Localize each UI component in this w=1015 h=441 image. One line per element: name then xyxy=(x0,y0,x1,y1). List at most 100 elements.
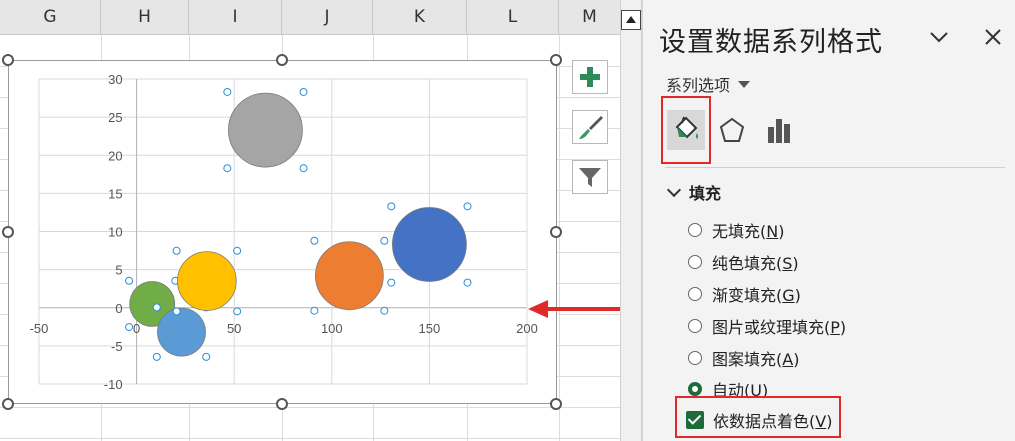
fill-section-label: 填充 xyxy=(689,184,722,203)
selection-dot xyxy=(299,164,308,173)
selection-dot xyxy=(172,246,181,255)
selection-dot xyxy=(223,87,232,96)
selection-dot xyxy=(387,278,396,287)
column-header-g[interactable]: G xyxy=(0,0,101,34)
column-header-i[interactable]: I xyxy=(189,0,282,34)
radio-button[interactable] xyxy=(688,287,702,301)
pane-title: 设置数据系列格式 xyxy=(659,27,883,58)
checkbox-checked[interactable] xyxy=(686,411,704,429)
x-tick-label: 100 xyxy=(321,321,343,336)
tab-fill-line[interactable] xyxy=(661,96,711,164)
resize-handle-top[interactable] xyxy=(276,54,288,66)
radio-button[interactable] xyxy=(688,223,702,237)
resize-handle-bottom[interactable] xyxy=(276,398,288,410)
grid-line xyxy=(0,407,620,408)
selection-dot xyxy=(223,164,232,173)
grid-line xyxy=(559,35,560,441)
vary-colors-checkbox-row[interactable]: 依数据点着色(V) xyxy=(686,408,832,432)
bar-chart-icon xyxy=(768,119,790,143)
selection-dot xyxy=(152,303,161,312)
x-tick-label: 150 xyxy=(419,321,441,336)
tab-divider xyxy=(665,167,1005,168)
radio-label: 渐变填充(G) xyxy=(712,286,801,305)
series-options-label: 系列选项 xyxy=(666,76,731,95)
selection-dot xyxy=(310,306,319,315)
resize-handle-bottom-right[interactable] xyxy=(550,398,562,410)
column-header-j[interactable]: J xyxy=(282,0,373,34)
radio-button-selected[interactable] xyxy=(688,382,702,396)
resize-handle-left[interactable] xyxy=(2,226,14,238)
vary-colors-label: 依数据点着色(V) xyxy=(713,412,833,431)
column-header-m[interactable]: M xyxy=(559,0,620,34)
radio-label: 纯色填充(S) xyxy=(712,254,799,273)
close-icon[interactable] xyxy=(982,26,1004,48)
paintbrush-icon xyxy=(579,116,603,139)
pentagon-icon xyxy=(719,117,745,142)
selection-dot xyxy=(299,87,308,96)
column-header-k[interactable]: K xyxy=(373,0,467,34)
tab-effects[interactable] xyxy=(707,96,757,164)
x-tick-label: -50 xyxy=(30,321,49,336)
selection-dot xyxy=(233,246,242,255)
chart-plot: 302520151050-5-10-50 0 50 100 150 200 xyxy=(30,72,538,392)
selection-dot xyxy=(152,352,161,361)
selection-dot xyxy=(463,202,472,211)
resize-handle-top-right[interactable] xyxy=(550,54,562,66)
chevron-down-icon[interactable] xyxy=(928,26,950,48)
bubble-point xyxy=(157,307,206,357)
chart-filters-button[interactable] xyxy=(572,160,608,194)
y-tick-label: -5 xyxy=(111,339,123,354)
vertical-scrollbar[interactable] xyxy=(620,0,642,441)
y-tick-label: 30 xyxy=(108,72,122,87)
selection-dot xyxy=(463,278,472,287)
chart-elements-button[interactable] xyxy=(572,60,608,94)
radio-solid-fill[interactable]: 纯色填充(S) xyxy=(688,250,799,274)
x-tick-label: 50 xyxy=(227,321,241,336)
bubble-point xyxy=(391,207,467,282)
column-header-h[interactable]: H xyxy=(101,0,189,34)
y-tick-label: -10 xyxy=(104,377,123,392)
funnel-icon xyxy=(579,168,601,187)
radio-no-fill[interactable]: 无填充(N) xyxy=(688,218,784,242)
selection-dot xyxy=(380,236,389,245)
selection-dot xyxy=(202,352,211,361)
grid-line xyxy=(0,438,620,439)
y-tick-label: 20 xyxy=(108,148,122,163)
plus-icon xyxy=(580,67,600,87)
selection-dot xyxy=(233,307,242,316)
y-tick-label: 25 xyxy=(108,110,122,125)
radio-button[interactable] xyxy=(688,255,702,269)
y-tick-label: 15 xyxy=(108,186,122,201)
column-header-l[interactable]: L xyxy=(467,0,559,34)
bubble-point xyxy=(315,241,384,311)
selection-dot xyxy=(172,307,181,316)
radio-pattern-fill[interactable]: 图案填充(A) xyxy=(688,346,799,370)
bubble-chart[interactable]: 30 25 20 15 10 5 0 -5 -10 -50 0 50 100 150 200 xyxy=(8,60,557,404)
series-options-dropdown[interactable]: 系列选项 xyxy=(666,72,751,96)
selection-dot xyxy=(125,323,134,332)
paint-bucket-icon xyxy=(675,116,698,139)
column-header-bar: G H I J K L M xyxy=(0,0,620,35)
tab-series-options[interactable] xyxy=(755,96,805,164)
scroll-up-arrow-icon[interactable] xyxy=(621,10,641,30)
resize-handle-bottom-left[interactable] xyxy=(2,398,14,410)
radio-label: 图片或纹理填充(P) xyxy=(712,318,847,337)
x-tick-label: 0 xyxy=(133,321,140,336)
selection-dot xyxy=(310,236,319,245)
format-data-series-pane: 设置数据系列格式 系列选项 填充 无填充(N) 纯色填充(S) 渐变填充(G) … xyxy=(642,0,1015,441)
chart-styles-button[interactable] xyxy=(572,110,608,144)
radio-button[interactable] xyxy=(688,351,702,365)
resize-handle-right[interactable] xyxy=(550,226,562,238)
chevron-down-icon xyxy=(666,182,682,198)
radio-picture-fill[interactable]: 图片或纹理填充(P) xyxy=(688,314,846,338)
radio-gradient-fill[interactable]: 渐变填充(G) xyxy=(688,282,801,306)
fill-section-header[interactable]: 填充 xyxy=(666,180,722,204)
caret-down-icon xyxy=(738,80,751,88)
bubble-point xyxy=(228,92,303,168)
radio-button[interactable] xyxy=(688,319,702,333)
selection-dot xyxy=(380,306,389,315)
resize-handle-top-left[interactable] xyxy=(2,54,14,66)
spreadsheet-area: G H I J K L M 30 25 20 15 10 5 0 -5 -10 -50 0 50 100… xyxy=(0,0,620,441)
radio-label: 无填充(N) xyxy=(712,222,785,241)
bubble-point xyxy=(177,251,237,311)
